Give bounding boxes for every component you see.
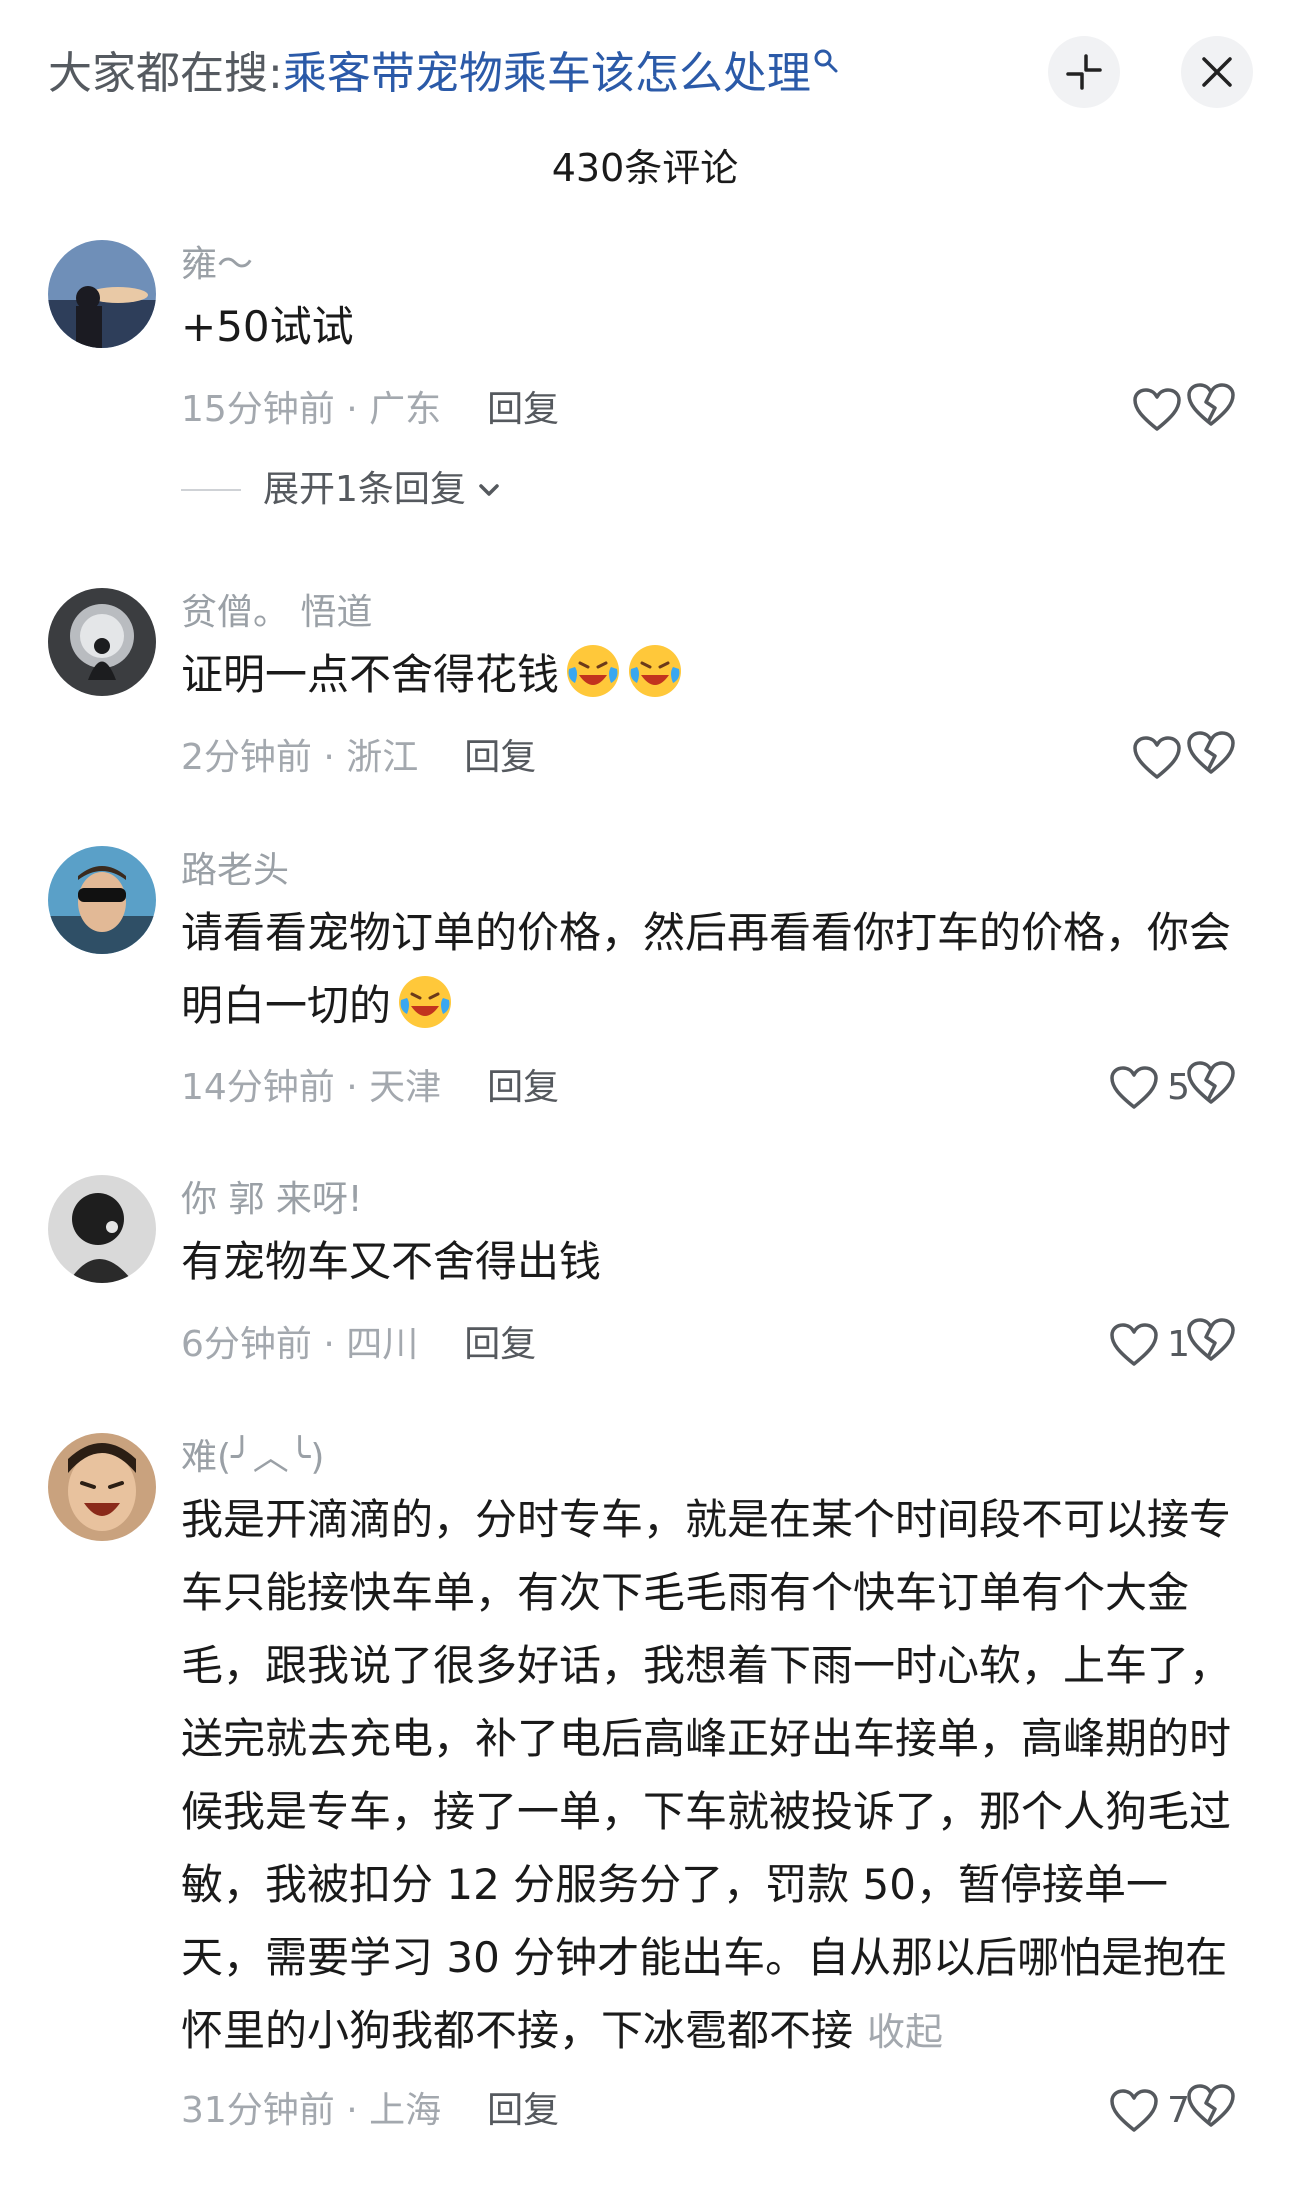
comment-text-body: 请看看宠物订单的价格，然后再看看你打车的价格，你会明白一切的 <box>181 908 1232 1030</box>
comment-meta: 2分钟前 · 浙江 回复 <box>181 733 536 783</box>
comment-text: 有宠物车又不舍得出钱 <box>181 1237 602 1286</box>
comment-count: 430条评论 <box>551 146 739 190</box>
broken-heart-icon <box>1187 1318 1235 1361</box>
comment-item: 你 郭 来呀! 有宠物车又不舍得出钱 6分钟前 · 四川 回复 1 <box>0 1175 1290 1375</box>
like-button[interactable]: 7 <box>1040 2083 1190 2139</box>
close-icon <box>1202 57 1232 87</box>
comment-item: 贫僧。 悟道 证明一点不舍得花钱 2分钟前 · 浙江 回复 <box>0 588 1290 788</box>
dislike-button[interactable] <box>1186 382 1242 438</box>
avatar[interactable] <box>48 1433 156 1541</box>
comment-text: 证明一点不舍得花钱 <box>181 638 1241 711</box>
comment-meta: 14分钟前 · 天津 回复 <box>181 1063 559 1113</box>
chevron-down-icon <box>479 484 499 496</box>
dislike-button[interactable] <box>1186 2083 1242 2139</box>
dislike-button[interactable] <box>1186 730 1242 786</box>
comment-text: 我是开滴滴的，分时专车，就是在某个时间段不可以接专车只能接快车单，有次下毛毛雨有… <box>181 1483 1241 2069</box>
collapse-arrows-icon <box>1066 54 1102 90</box>
reply-button[interactable]: 回复 <box>464 737 536 778</box>
search-icon <box>814 49 838 73</box>
time-location: 31分钟前 · 上海 <box>181 2090 442 2131</box>
username[interactable]: 雍～ <box>181 240 253 290</box>
crying-laughing-emoji <box>629 645 682 697</box>
like-button[interactable] <box>1040 730 1190 786</box>
like-button[interactable]: 1 <box>1040 1317 1190 1373</box>
avatar[interactable] <box>48 588 156 696</box>
like-button[interactable]: 5 <box>1040 1060 1190 1116</box>
comment-text: +50试试 <box>181 302 354 351</box>
trending-search-query[interactable]: 乘客带宠物乘车该怎么处理 <box>283 48 811 99</box>
time-location: 2分钟前 · 浙江 <box>181 737 419 778</box>
broken-heart-icon <box>1187 731 1235 774</box>
username[interactable]: 贫僧。 悟道 <box>181 588 372 638</box>
expand-replies[interactable]: 展开1条回复 <box>181 465 504 515</box>
avatar[interactable] <box>48 846 156 954</box>
collapse-link[interactable]: 收起 <box>867 2010 943 2054</box>
comment-text: 请看看宠物订单的价格，然后再看看你打车的价格，你会明白一切的 <box>181 896 1241 1042</box>
broken-heart-icon <box>1187 383 1235 426</box>
username[interactable]: 难(╯︿╰) <box>181 1433 324 1483</box>
like-button[interactable] <box>1040 382 1190 438</box>
collapse-button[interactable] <box>1048 36 1120 108</box>
trending-search[interactable]: 大家都在搜:乘客带宠物乘车该怎么处理 <box>48 44 839 104</box>
comment-meta: 6分钟前 · 四川 回复 <box>181 1320 536 1370</box>
username[interactable]: 路老头 <box>181 846 289 896</box>
divider <box>181 489 241 491</box>
broken-heart-icon <box>1187 1061 1235 1104</box>
time-location: 14分钟前 · 天津 <box>181 1067 442 1108</box>
heart-icon <box>1110 1323 1158 1366</box>
crying-laughing-emoji <box>567 645 620 697</box>
heart-icon <box>1133 388 1181 431</box>
time-location: 6分钟前 · 四川 <box>181 1324 419 1365</box>
comment-text-body: 我是开滴滴的，分时专车，就是在某个时间段不可以接专车只能接快车单，有次下毛毛雨有… <box>181 1495 1232 2055</box>
comment-text-body: 证明一点不舍得花钱 <box>181 650 560 699</box>
broken-heart-icon <box>1187 2084 1235 2127</box>
heart-icon <box>1133 736 1181 779</box>
comment-item: 路老头 请看看宠物订单的价格，然后再看看你打车的价格，你会明白一切的 14分钟前… <box>0 846 1290 1116</box>
username[interactable]: 你 郭 来呀! <box>181 1175 362 1225</box>
trending-search-label: 大家都在搜: <box>48 48 283 99</box>
close-button[interactable] <box>1181 36 1253 108</box>
expand-replies-label: 展开1条回复 <box>263 469 466 510</box>
heart-icon <box>1110 1066 1158 1109</box>
dislike-button[interactable] <box>1186 1060 1242 1116</box>
reply-button[interactable]: 回复 <box>487 1067 559 1108</box>
time-location: 15分钟前 · 广东 <box>181 389 442 430</box>
dislike-button[interactable] <box>1186 1317 1242 1373</box>
top-bar: 大家都在搜:乘客带宠物乘车该怎么处理 <box>0 0 1290 140</box>
comment-meta: 31分钟前 · 上海 回复 <box>181 2086 559 2136</box>
reply-button[interactable]: 回复 <box>487 389 559 430</box>
comment-item: 难(╯︿╰) 我是开滴滴的，分时专车，就是在某个时间段不可以接专车只能接快车单，… <box>0 1433 1290 2133</box>
comment-item: 雍～ +50试试 15分钟前 · 广东 回复 展开1条回复 <box>0 240 1290 540</box>
avatar[interactable] <box>48 240 156 348</box>
heart-icon <box>1110 2089 1158 2132</box>
comment-meta: 15分钟前 · 广东 回复 <box>181 385 559 435</box>
reply-button[interactable]: 回复 <box>487 2090 559 2131</box>
reply-button[interactable]: 回复 <box>464 1324 536 1365</box>
crying-laughing-emoji <box>399 976 452 1028</box>
avatar[interactable] <box>48 1175 156 1283</box>
